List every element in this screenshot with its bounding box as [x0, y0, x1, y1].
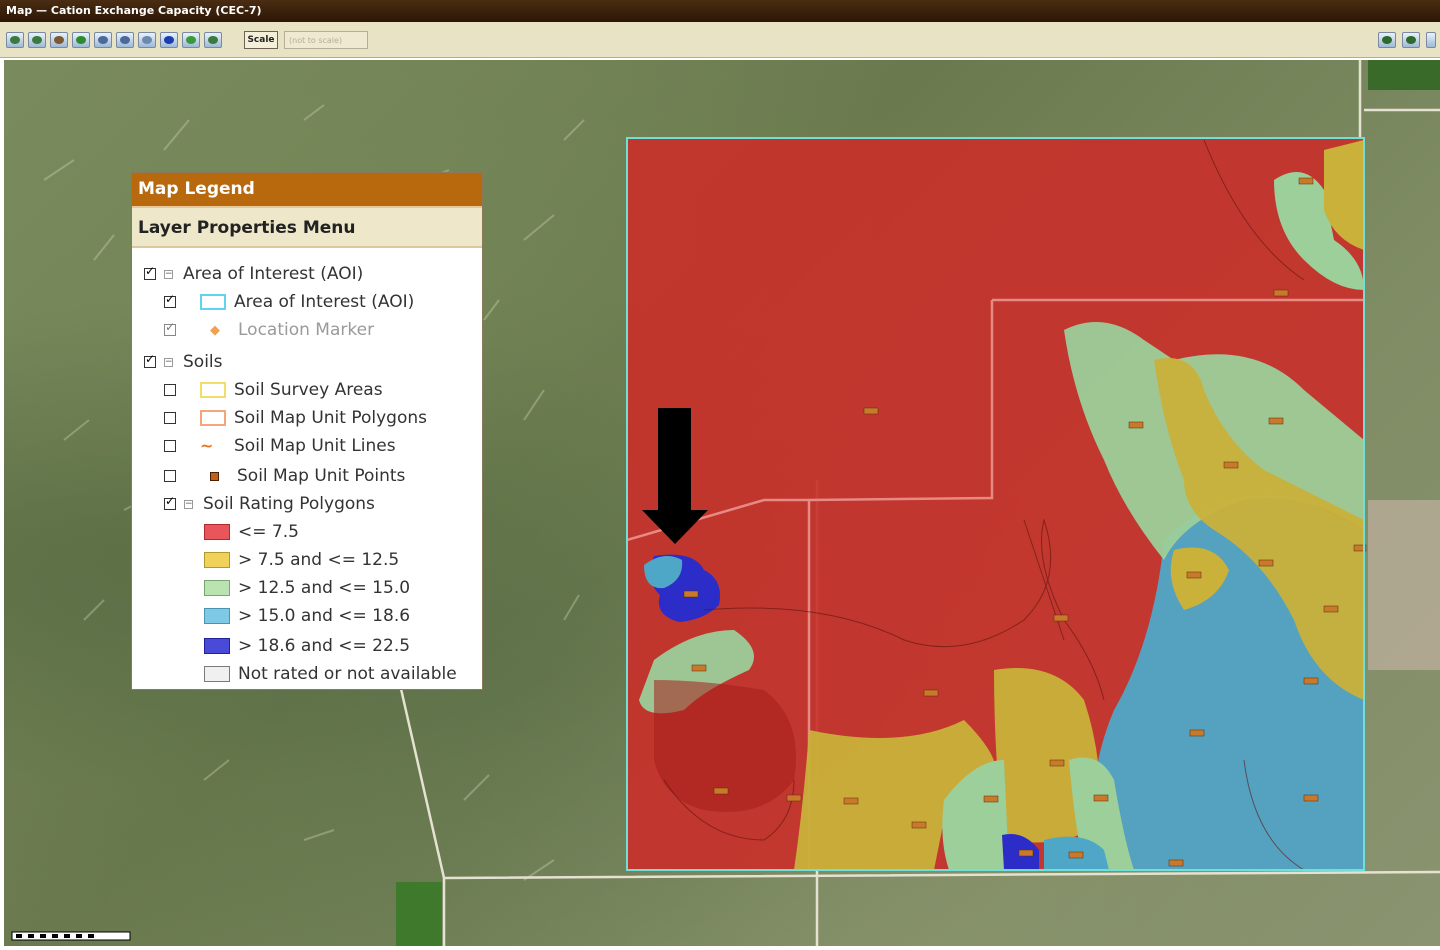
legend-item-label: Soil Survey Areas — [234, 380, 383, 400]
legend-group-label: Area of Interest (AOI) — [183, 264, 364, 284]
aoi-outline-icon — [200, 294, 226, 310]
rating-label: > 12.5 and <= 15.0 — [238, 578, 411, 598]
legend-rating-2: > 7.5 and <= 12.5 — [204, 548, 399, 572]
legend-item-label: Location Marker — [238, 320, 375, 340]
tree-patch — [1368, 60, 1440, 90]
soils-group-checkbox[interactable] — [144, 352, 156, 368]
diamond-icon: ◆ — [210, 322, 220, 338]
layer-properties-menu[interactable]: Layer Properties Menu — [132, 208, 482, 248]
legend-toggle-icon[interactable] — [1402, 32, 1420, 48]
legend-group-label: Soils — [183, 352, 223, 372]
map-legend-panel: Map Legend Layer Properties Menu − Area … — [132, 173, 482, 689]
rating-label: <= 7.5 — [238, 522, 299, 542]
soil-map-unit-lines-checkbox[interactable] — [164, 440, 176, 452]
legend-item-aoi[interactable]: Area of Interest (AOI) — [164, 290, 414, 314]
rating-swatch — [204, 608, 230, 624]
rating-label: > 15.0 and <= 18.6 — [238, 606, 411, 626]
legend-rating-1: <= 7.5 — [204, 520, 299, 544]
soil-rating-polygons-checkbox[interactable] — [164, 494, 176, 510]
info-icon[interactable] — [160, 32, 178, 48]
legend-item-label: Soil Map Unit Polygons — [234, 408, 427, 428]
map-toolbar: Scale (not to scale) — [0, 22, 1440, 58]
rating-swatch — [204, 580, 230, 596]
collapse-icon[interactable]: − — [164, 357, 173, 367]
rating-swatch — [204, 666, 230, 682]
legend-item-soil-map-unit-lines[interactable]: ~ Soil Map Unit Lines — [164, 434, 396, 458]
next-extent-icon[interactable] — [116, 32, 134, 48]
bare-field — [1368, 500, 1440, 670]
legend-item-location-marker[interactable]: ◆ Location Marker — [164, 318, 374, 342]
legend-item-soil-rating-polygons[interactable]: − Soil Rating Polygons — [164, 492, 375, 516]
rating-swatch — [204, 552, 230, 568]
rating-swatch — [204, 524, 230, 540]
legend-rating-5: > 18.6 and <= 22.5 — [204, 634, 410, 658]
pan-icon[interactable] — [50, 32, 68, 48]
box-icon — [200, 410, 226, 426]
legend-item-label: Soil Map Unit Points — [237, 466, 406, 486]
scale-button[interactable]: Scale — [244, 31, 278, 49]
previous-extent-icon[interactable] — [94, 32, 112, 48]
aoi-group-checkbox[interactable] — [144, 264, 156, 280]
print-icon[interactable] — [204, 32, 222, 48]
legend-group-soils[interactable]: − Soils — [144, 350, 223, 374]
rating-label: > 7.5 and <= 12.5 — [238, 550, 400, 570]
soil-map-unit-points-checkbox[interactable] — [164, 470, 176, 482]
collapse-icon[interactable]: − — [164, 269, 173, 279]
legend-header: Map Legend — [132, 173, 482, 208]
zoom-in-icon[interactable] — [6, 32, 24, 48]
scale-select[interactable]: (not to scale) — [284, 31, 368, 49]
line-icon: ~ — [200, 436, 214, 455]
legend-item-label: Soil Map Unit Lines — [234, 436, 396, 456]
rating-label: Not rated or not available — [238, 664, 457, 684]
full-extent-icon[interactable] — [72, 32, 90, 48]
rating-label: > 18.6 and <= 22.5 — [238, 636, 411, 656]
location-marker-checkbox[interactable] — [164, 320, 176, 336]
toolbar-right-tools — [1378, 32, 1436, 48]
zoom-out-icon[interactable] — [28, 32, 46, 48]
window-title: Map — Cation Exchange Capacity (CEC-7) — [0, 0, 1440, 22]
aoi-checkbox[interactable] — [164, 292, 176, 308]
point-icon — [210, 471, 219, 481]
legend-rating-4: > 15.0 and <= 18.6 — [204, 604, 410, 628]
legend-item-soil-map-unit-polygons[interactable]: Soil Map Unit Polygons — [164, 406, 427, 430]
scale-bar — [11, 931, 131, 941]
legend-item-soil-map-unit-points[interactable]: Soil Map Unit Points — [164, 464, 405, 488]
legend-rating-6: Not rated or not available — [204, 662, 457, 686]
green-field — [396, 882, 442, 946]
legend-rating-3: > 12.5 and <= 15.0 — [204, 576, 410, 600]
legend-item-label: Area of Interest (AOI) — [234, 292, 415, 312]
identify-icon[interactable] — [138, 32, 156, 48]
soil-map-unit-polygons-checkbox[interactable] — [164, 412, 176, 424]
toolbar-tools — [6, 32, 222, 48]
box-icon — [200, 382, 226, 398]
legend-item-soil-survey-areas[interactable]: Soil Survey Areas — [164, 378, 383, 402]
legend-item-label: Soil Rating Polygons — [203, 494, 375, 514]
soil-survey-areas-checkbox[interactable] — [164, 384, 176, 396]
rating-swatch — [204, 638, 230, 654]
collapse-icon[interactable]: − — [184, 499, 193, 509]
legend-group-aoi[interactable]: − Area of Interest (AOI) — [144, 262, 363, 286]
map-layout-icon[interactable] — [1378, 32, 1396, 48]
window-icon[interactable] — [1426, 32, 1436, 48]
measure-icon[interactable] — [182, 32, 200, 48]
